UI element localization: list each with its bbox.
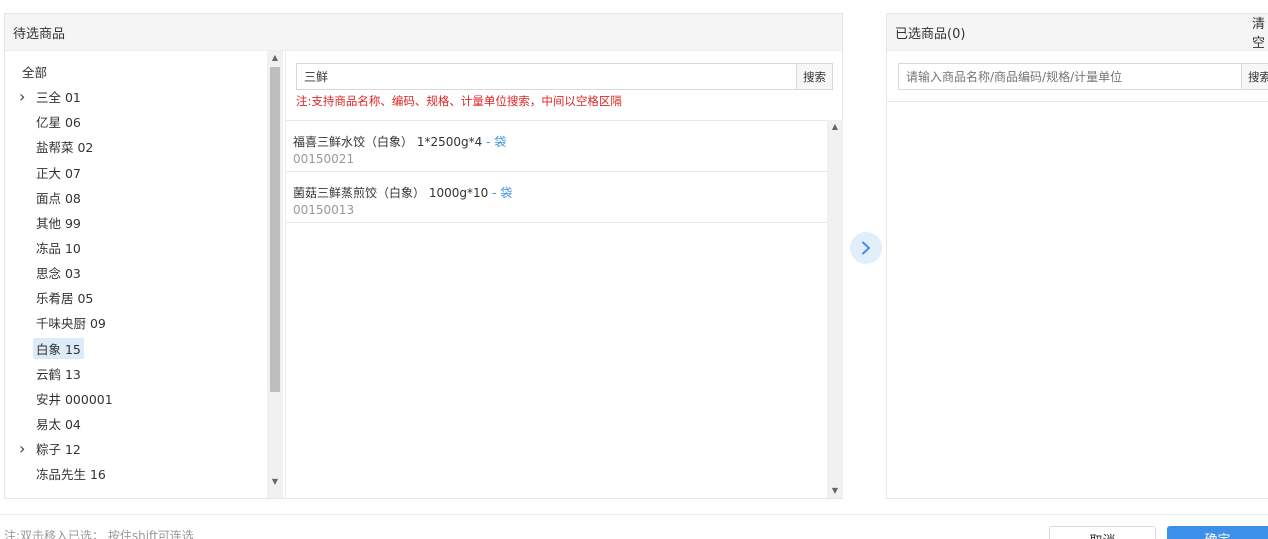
category-tree-scroll-thumb[interactable] [270,67,280,392]
goods-item-code: 00150013 [293,203,355,217]
chevron-right-icon[interactable]: › [19,440,33,456]
tree-item-label: 安井 000001 [36,391,113,407]
chevron-right-icon [862,241,870,255]
goods-area: 搜索 注:支持商品名称、编码、规格、计量单位搜索，中间以空格区隔 福喜三鲜水饺（… [285,51,843,498]
goods-item-unit: - 袋 [486,135,507,149]
goods-list-scrollbar[interactable]: ▲ ▼ [827,120,843,498]
selected-goods-panel: 已选商品(0) 清空 搜索 [886,13,1268,499]
footer-divider [0,514,1268,515]
selected-goods-header: 已选商品(0) 清空 [887,14,1268,51]
tree-item[interactable]: › 三全 01 [5,84,267,109]
goods-search-hint: 注:支持商品名称、编码、规格、计量单位搜索，中间以空格区隔 [296,94,622,108]
footer-note: 注:双击移入已选； 按住shift可连选 [4,529,194,539]
candidate-goods-header: 待选商品 [5,14,842,51]
candidate-goods-panel: 待选商品 全部 › 三全 01 亿星 06 盐帮菜 02 正大 07 面点 08 其他 99 冻… [4,13,843,499]
scroll-up-arrow-icon[interactable]: ▲ [267,51,283,65]
scroll-down-arrow-icon[interactable]: ▼ [267,475,283,489]
tree-item[interactable]: 云鹤 13 [5,361,267,386]
tree-item[interactable]: 全部 [5,59,267,84]
tree-item-label: 正大 07 [36,165,81,181]
tree-item-label: 白象 15 [33,337,84,359]
tree-item[interactable]: 冻品先生 16 [5,461,267,486]
tree-item[interactable]: 盐帮菜 02 [5,134,267,159]
tree-item[interactable]: › 粽子 12 [5,436,267,461]
tree-item[interactable]: 思念 03 [5,260,267,285]
goods-item-name: 菌菇三鲜蒸煎饺（白象） 1000g*10 [293,186,489,200]
tree-item-label: 亿星 06 [36,115,81,131]
tree-item[interactable]: 其他 99 [5,210,267,235]
goods-item-name: 福喜三鲜水饺（白象） 1*2500g*4 [293,135,483,149]
tree-item-label: 冻品先生 16 [36,467,106,483]
cancel-button[interactable]: 取消 [1049,526,1156,539]
tree-item-label: 粽子 12 [36,442,81,458]
tree-item-label: 三全 01 [36,90,81,106]
goods-item-unit: - 袋 [492,186,513,200]
tree-item[interactable]: 白象 15 [5,336,267,361]
tree-item[interactable]: 亿星 06 [5,109,267,134]
goods-search-row: 搜索 [296,63,833,90]
tree-item-label: 盐帮菜 02 [36,140,94,156]
tree-item-label: 云鹤 13 [36,366,81,382]
goods-item-title: 福喜三鲜水饺（白象） 1*2500g*4 - 袋 [293,134,827,150]
move-to-selected-button[interactable] [850,232,882,264]
goods-item-code: 00150021 [293,152,355,166]
tree-item-label: 冻品 10 [36,241,81,257]
tree-item-label: 乐肴居 05 [36,291,94,307]
tree-item-label: 全部 [22,65,48,81]
selected-search-input[interactable] [898,63,1241,90]
tree-item[interactable]: 面点 08 [5,185,267,210]
category-tree-scrollbar[interactable]: ▲ ▼ [267,51,283,498]
clear-selected-link[interactable]: 清空 [1252,13,1268,51]
selected-search-row: 搜索 [898,63,1268,90]
category-tree-list: 全部 › 三全 01 亿星 06 盐帮菜 02 正大 07 面点 08 其他 99 冻品 10 思… [5,59,267,486]
tree-item[interactable]: 千味央厨 09 [5,310,267,335]
category-tree: 全部 › 三全 01 亿星 06 盐帮菜 02 正大 07 面点 08 其他 99 冻品 10 思… [5,51,285,498]
goods-item[interactable]: 菌菇三鲜蒸煎饺（白象） 1000g*10 - 袋 00150013 [286,172,827,223]
goods-list: 福喜三鲜水饺（白象） 1*2500g*4 - 袋 00150021 菌菇三鲜蒸煎饺（… [286,120,827,498]
tree-item-label: 思念 03 [36,266,81,282]
goods-item-title: 菌菇三鲜蒸煎饺（白象） 1000g*10 - 袋 [293,185,827,201]
tree-item[interactable]: 冻品 10 [5,235,267,260]
tree-item-label: 千味央厨 09 [36,316,106,332]
selected-search-button[interactable]: 搜索 [1241,63,1268,90]
scroll-down-arrow-icon[interactable]: ▼ [827,484,843,498]
selected-goods-list [887,101,1268,498]
tree-item[interactable]: 安井 000001 [5,386,267,411]
confirm-button[interactable]: 确定 [1167,526,1268,539]
tree-item-label: 面点 08 [36,190,81,206]
chevron-right-icon[interactable]: › [19,88,33,104]
goods-search-button[interactable]: 搜索 [796,63,833,90]
tree-item-label: 易太 04 [36,417,81,433]
tree-item[interactable]: 正大 07 [5,160,267,185]
selected-goods-title: 已选商品(0) [895,26,966,42]
goods-search-input[interactable] [296,63,796,90]
scroll-up-arrow-icon[interactable]: ▲ [827,120,843,134]
candidate-goods-title: 待选商品 [13,26,66,42]
tree-item-label: 其他 99 [36,215,81,231]
tree-item[interactable]: 乐肴居 05 [5,285,267,310]
goods-item[interactable]: 福喜三鲜水饺（白象） 1*2500g*4 - 袋 00150021 [286,121,827,172]
tree-item[interactable]: 易太 04 [5,411,267,436]
